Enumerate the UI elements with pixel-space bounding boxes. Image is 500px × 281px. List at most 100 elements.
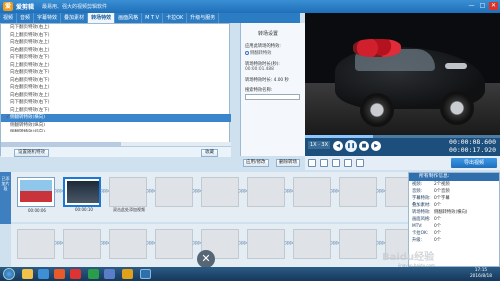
maximize-icon[interactable]: □ — [478, 2, 487, 10]
effect-label: 向下翻页特效(右下) — [10, 100, 50, 105]
window-controls: — □ ✕ — [467, 2, 498, 10]
tab-karaoke[interactable]: 卡拉OK — [163, 13, 188, 23]
app-logo: 爱 — [3, 2, 13, 11]
player-controls: 1X · 3X ◀ ❚❚ ■ ▶ 00:00:08.600 00:00:17.9… — [305, 135, 500, 156]
tab-mtv[interactable]: M T V — [142, 13, 164, 23]
tab-video[interactable]: 视频 — [0, 13, 18, 23]
info-value: 侧翻转特效(横向) — [434, 210, 468, 215]
crop-icon[interactable] — [332, 159, 340, 167]
effect-list-item[interactable]: 向左翻页特效(右上) — [1, 84, 231, 92]
empty-clip-slot[interactable]: 双击此处添加视频 — [109, 177, 147, 212]
zoom-level[interactable]: 1X · 3X — [308, 141, 330, 149]
stop-icon[interactable]: ■ — [359, 141, 369, 151]
close-icon[interactable]: ✕ — [489, 2, 498, 10]
effect-list-item[interactable]: 侧翻转特效(纵向) — [1, 122, 231, 130]
current-time: 00:00:08.600 — [449, 138, 496, 146]
effect-list-item[interactable]: 向左翻页特效(左下) — [1, 69, 231, 77]
snapshot-icon[interactable] — [320, 159, 328, 167]
info-row: 字幕特效: 0个字幕 — [409, 195, 499, 202]
search-label: 搜索特效名称: — [245, 88, 273, 93]
tab-subtitle-effects[interactable]: 字幕特效 — [34, 13, 62, 23]
apply-button[interactable]: 应用/修改 — [243, 159, 269, 167]
start-button-icon[interactable] — [3, 268, 15, 280]
empty-clip-slot[interactable] — [339, 177, 377, 207]
tab-upgrade[interactable]: 升级与服务 — [187, 13, 220, 23]
empty-clip-slot[interactable] — [293, 229, 331, 259]
tab-overlay[interactable]: 叠加素材 — [61, 13, 89, 23]
info-value: 0个 — [434, 231, 442, 236]
effect-list-item[interactable]: 向上翻页特效(右下) — [1, 32, 231, 40]
total-time: 00:00:17.920 — [449, 146, 496, 154]
firefox-icon[interactable] — [54, 269, 65, 279]
effect-label: 侧翻转特效(横向) — [10, 115, 46, 120]
video-editor-window: 爱 爱剪辑 最易用、强大的视频剪辑软件 — □ ✕ 视频 音频 字幕特效 叠加素… — [0, 0, 500, 281]
effect-list-item[interactable]: 向右翻页特效(右上) — [1, 47, 231, 55]
empty-clip-slot[interactable] — [339, 229, 377, 259]
effect-list-item[interactable]: ✓侧翻转特效(横向) — [1, 114, 231, 122]
effect-list-item[interactable]: 向右翻页特效(左上) — [1, 92, 231, 100]
ie-icon[interactable] — [38, 269, 49, 279]
empty-clip-slot[interactable] — [155, 229, 193, 259]
search-input[interactable] — [245, 94, 300, 100]
effect-list-item[interactable]: 向右翻页特效(右下) — [1, 77, 231, 85]
empty-clip-slot[interactable] — [247, 177, 285, 207]
effect-list-item[interactable]: 侧翻转特效(斜向) — [1, 129, 231, 132]
app-icon[interactable] — [104, 269, 115, 279]
info-key: 转场特效: — [412, 210, 431, 215]
wechat-icon[interactable] — [122, 269, 133, 279]
info-row: 转场特效: 侧翻转特效(横向) — [409, 209, 499, 216]
volume-icon[interactable] — [356, 159, 364, 167]
aijianji-taskbar-icon[interactable] — [140, 269, 151, 279]
radio-icon[interactable] — [245, 50, 249, 55]
effect-list-item[interactable]: 向上翻页特效(左下) — [1, 107, 231, 115]
effect-list-item[interactable]: 向下翻页特效(左下) — [1, 54, 231, 62]
folder-icon[interactable] — [22, 269, 33, 279]
effect-label: 向右翻页特效(左上) — [10, 92, 50, 98]
set-random-effect-button[interactable]: 设置随机特效 — [14, 148, 49, 157]
effects-panel: 向下翻页特效(右上) 向上翻页特效(右下) 向左翻页特效(左上) 向右翻页特效(右上)… — [0, 23, 231, 157]
empty-clip-slot[interactable] — [63, 229, 101, 259]
collect-button[interactable]: 收藏 — [201, 148, 218, 157]
info-row: 音频: 0个音频 — [409, 188, 499, 195]
media-icon[interactable] — [70, 269, 81, 279]
effect-list-item[interactable]: 向下翻页特效(右上) — [1, 24, 231, 32]
effect-list-item[interactable]: 向上翻页特效(左上) — [1, 62, 231, 70]
export-video-button[interactable]: 导出视频 — [451, 158, 497, 168]
video-clip[interactable]: 00:00:10 — [63, 177, 101, 212]
effect-label: 向左翻页特效(左上) — [10, 40, 50, 45]
effect-label: 向下翻页特效(左下) — [10, 55, 50, 60]
empty-clip-slot[interactable] — [201, 177, 239, 207]
effect-label: 向上翻页特效(右下) — [10, 32, 50, 38]
next-icon[interactable]: ▶ — [371, 141, 381, 151]
info-key: 叠加素材: — [412, 203, 431, 208]
effect-list-item[interactable]: 向左翻页特效(左上) — [1, 39, 231, 47]
minimize-icon[interactable]: — — [467, 2, 476, 10]
effect-label: 向上翻页特效(左下) — [10, 107, 50, 113]
clip-caption: 双击此处添加视频 — [113, 207, 145, 212]
video-clip[interactable]: 00:00:06 — [17, 177, 55, 213]
effect-value[interactable]: 侧翻转特效 — [245, 50, 271, 56]
clip-thumbnail — [20, 180, 52, 202]
empty-clip-slot[interactable] — [293, 177, 331, 207]
tab-picture-style[interactable]: 画面风格 — [115, 13, 143, 23]
delete-transition-button[interactable]: 删除转场 — [276, 159, 300, 167]
effect-list-item[interactable]: 向下翻页特效(右下) — [1, 99, 231, 107]
info-key: 音频: — [412, 189, 423, 194]
effect-label: 应用此转场的特效: — [245, 44, 281, 49]
tab-transitions[interactable]: 转场特效 — [88, 13, 116, 23]
close-float-icon[interactable]: ✕ — [197, 250, 215, 268]
settings-title: 转场设置 — [258, 31, 279, 37]
prev-icon[interactable]: ◀ — [333, 141, 343, 151]
empty-clip-slot[interactable] — [247, 229, 285, 259]
prop-duration-label: 转场特效时长: 4.00 秒 — [245, 78, 289, 83]
settings-icon[interactable] — [344, 159, 352, 167]
empty-clip-slot[interactable] — [155, 177, 193, 207]
tab-audio[interactable]: 音频 — [17, 13, 35, 23]
player-app-icon[interactable] — [88, 269, 99, 279]
clock-date: 2016/8/18 — [469, 274, 492, 279]
empty-clip-slot[interactable] — [17, 229, 55, 259]
fullscreen-icon[interactable] — [308, 159, 316, 167]
duration-value: 00:00:01.488 — [245, 67, 274, 72]
pause-icon[interactable]: ❚❚ — [345, 140, 357, 152]
empty-clip-slot[interactable] — [109, 229, 147, 259]
